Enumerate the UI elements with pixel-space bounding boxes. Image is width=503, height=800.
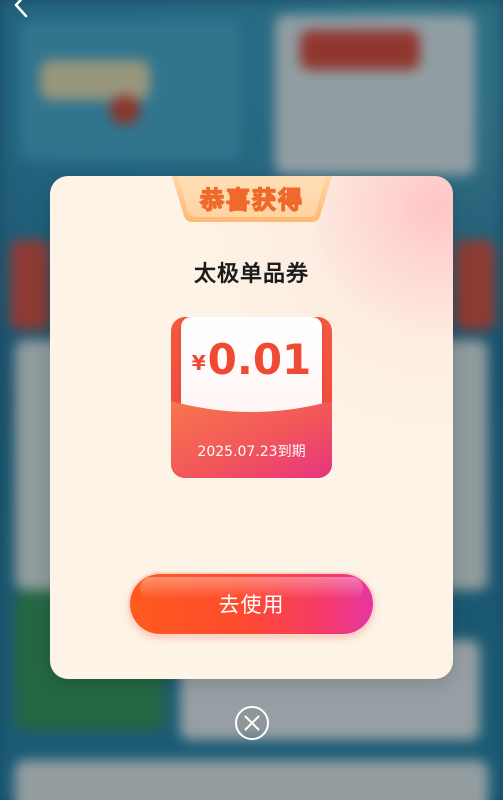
coupon-amount: ¥0.01 [181, 335, 322, 384]
coupon-card: ¥0.01 2025.07.23到期 [171, 317, 332, 478]
use-coupon-button[interactable]: 去使用 [130, 574, 373, 634]
ribbon-title: 恭喜获得 [199, 185, 304, 214]
ribbon-header: 恭喜获得 [172, 176, 332, 222]
close-icon[interactable] [234, 705, 270, 741]
currency-symbol: ¥ [191, 351, 206, 375]
coupon-envelope-lid [171, 401, 332, 478]
back-arrow-icon[interactable] [8, 0, 34, 18]
coupon-name: 太极单品券 [193, 262, 309, 287]
page: 恭喜获得 太极单品券 ¥0.01 2025.07.23到期 去使用 [0, 0, 503, 800]
use-coupon-button-label: 去使用 [218, 593, 285, 617]
reward-modal: 恭喜获得 太极单品券 ¥0.01 2025.07.23到期 去使用 [50, 176, 453, 679]
coupon-expiry: 2025.07.23到期 [197, 444, 306, 460]
coupon-value: 0.01 [207, 335, 312, 384]
